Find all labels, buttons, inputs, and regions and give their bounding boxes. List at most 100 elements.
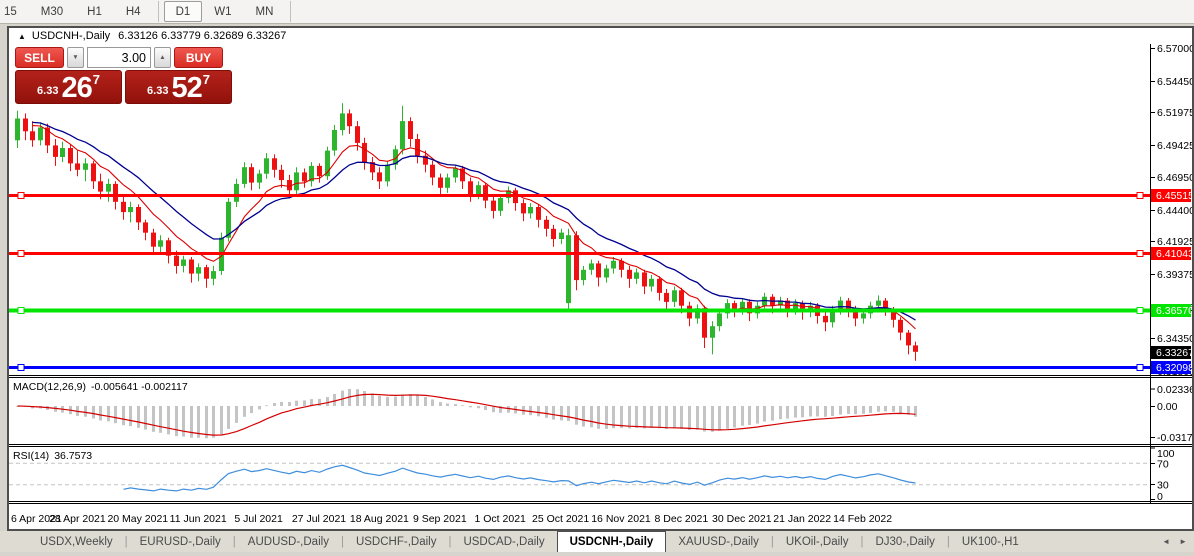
toolbar-separator <box>290 1 292 22</box>
svg-text:21 Jan 2022: 21 Jan 2022 <box>773 513 831 525</box>
sell-price-prefix: 6.33 <box>37 85 59 97</box>
macd-name: MACD(12,26,9) <box>13 381 86 393</box>
chart-ohlc-values: 6.33126 6.33779 6.32689 6.33267 <box>118 30 287 42</box>
tab-eurusd-daily[interactable]: EURUSD-,Daily <box>128 531 233 552</box>
macd-values: -0.005641 -0.002117 <box>90 381 188 393</box>
price-badge-6.41043: 6.41043 <box>1151 247 1192 260</box>
svg-text:30: 30 <box>1157 480 1169 492</box>
tab-dj30-daily[interactable]: DJ30-,Daily <box>863 531 946 552</box>
price-chart-svg[interactable]: 6.57000 6.54450 6.51975 6.49425 6.46950 6.444… <box>9 44 1192 529</box>
volume-decrease-button[interactable]: ▼ <box>67 47 84 68</box>
svg-text:5 Jul 2021: 5 Jul 2021 <box>234 513 283 525</box>
buy-price-box[interactable]: 6.33 52 7 <box>125 70 232 104</box>
tab-usdx-weekly[interactable]: USDX,Weekly <box>28 531 125 552</box>
candles-layer <box>15 103 918 361</box>
svg-text:0.00: 0.00 <box>1157 401 1178 413</box>
tab-xauusd-daily[interactable]: XAUUSD-,Daily <box>666 531 771 552</box>
svg-text:6.39375: 6.39375 <box>1157 269 1192 281</box>
buy-price-prefix: 6.33 <box>147 85 169 97</box>
svg-text:28 Apr 2021: 28 Apr 2021 <box>49 513 106 525</box>
ma-fast-line <box>32 125 916 330</box>
svg-text:8 Dec 2021: 8 Dec 2021 <box>655 513 709 525</box>
svg-text:6.41043: 6.41043 <box>1156 248 1192 260</box>
svg-text:20 May 2021: 20 May 2021 <box>107 513 168 525</box>
collapse-triangle-icon[interactable]: ▲ <box>18 32 26 41</box>
tab-audusd-daily[interactable]: AUDUSD-,Daily <box>236 531 341 552</box>
svg-text:-0.031744: -0.031744 <box>1157 432 1192 444</box>
timeframe-toolbar: 15 M30 H1 H4 D1 W1 MN <box>0 0 1194 24</box>
svg-text:6.57000: 6.57000 <box>1157 44 1192 55</box>
tab-usdcad-daily[interactable]: USDCAD-,Daily <box>451 531 556 552</box>
ma-slow-line <box>32 121 916 321</box>
tab-scroll-left-icon[interactable]: ◄ <box>1162 537 1170 546</box>
one-click-trade-panel: SELL ▼ ▲ BUY 6.33 26 7 6.33 52 7 <box>15 47 239 104</box>
rsi-value: 36.7573 <box>54 450 93 462</box>
svg-text:16 Nov 2021: 16 Nov 2021 <box>591 513 651 525</box>
buy-button[interactable]: BUY <box>174 47 223 68</box>
price-badge-6.33267: 6.33267 <box>1151 346 1192 359</box>
timeframe-button-h4[interactable]: H4 <box>114 1 153 22</box>
svg-text:6.51975: 6.51975 <box>1157 107 1192 119</box>
rsi-indicator-label: RSI(14) 36.7573 <box>13 450 92 462</box>
buy-price-main: 52 <box>171 72 202 104</box>
svg-text:6.54450: 6.54450 <box>1157 76 1192 88</box>
buy-price-pip: 7 <box>202 72 210 87</box>
hline-6.41043[interactable] <box>9 250 1150 257</box>
sell-price-pip: 7 <box>92 72 100 87</box>
svg-text:70: 70 <box>1157 459 1169 471</box>
svg-text:25 Oct 2021: 25 Oct 2021 <box>532 513 589 525</box>
macd-indicator-label: MACD(12,26,9) -0.005641 -0.002117 <box>13 381 188 393</box>
macd-indicator <box>16 389 917 439</box>
price-badge-6.45515: 6.45515 <box>1151 189 1192 202</box>
chart-tabs-bar: ◄ ► USDX,Weekly | EURUSD-,Daily | AUDUSD-,Da… <box>0 531 1194 552</box>
sell-price-main: 26 <box>61 72 92 104</box>
svg-text:6.46950: 6.46950 <box>1157 172 1192 184</box>
timeframe-button-15[interactable]: 15 <box>0 1 29 22</box>
chart-body[interactable]: 6.57000 6.54450 6.51975 6.49425 6.46950 6.444… <box>9 44 1192 529</box>
tab-usdchf-daily[interactable]: USDCHF-,Daily <box>344 531 449 552</box>
svg-text:6.49425: 6.49425 <box>1157 140 1192 152</box>
svg-text:18 Aug 2021: 18 Aug 2021 <box>350 513 409 525</box>
hline-6.45515[interactable] <box>9 192 1150 199</box>
svg-text:9 Sep 2021: 9 Sep 2021 <box>413 513 467 525</box>
hline-6.36570[interactable] <box>9 307 1150 314</box>
timeframe-button-mn[interactable]: MN <box>244 1 286 22</box>
svg-text:6.34350: 6.34350 <box>1157 333 1192 345</box>
svg-text:0.023365: 0.023365 <box>1157 384 1192 396</box>
tab-scroll-right-icon[interactable]: ► <box>1179 537 1187 546</box>
svg-text:30 Dec 2021: 30 Dec 2021 <box>712 513 772 525</box>
rsi-name: RSI(14) <box>13 450 50 462</box>
svg-text:6.36570: 6.36570 <box>1156 305 1192 317</box>
svg-text:6.41925: 6.41925 <box>1157 236 1192 248</box>
sell-price-box[interactable]: 6.33 26 7 <box>15 70 122 104</box>
svg-text:1 Oct 2021: 1 Oct 2021 <box>475 513 527 525</box>
date-axis[interactable]: 6 Apr 202128 Apr 2021 20 May 2021 11 Jun 2… <box>11 513 892 525</box>
tab-scroll-arrows: ◄ ► <box>1162 531 1187 552</box>
svg-text:6.44400: 6.44400 <box>1157 205 1192 217</box>
timeframe-button-d1[interactable]: D1 <box>163 1 203 22</box>
svg-text:6.32098: 6.32098 <box>1156 362 1192 374</box>
chart-titlebar: ▲ USDCNH-,Daily 6.33126 6.33779 6.32689 … <box>9 28 1192 44</box>
price-badge-6.36570: 6.36570 <box>1151 304 1192 317</box>
price-axis[interactable]: 6.57000 6.54450 6.51975 6.49425 6.46950 6.444… <box>1151 44 1192 378</box>
svg-text:6.45515: 6.45515 <box>1156 190 1192 202</box>
sell-button[interactable]: SELL <box>15 47 64 68</box>
svg-text:14 Feb 2022: 14 Feb 2022 <box>833 513 892 525</box>
tab-usdcnh-daily[interactable]: USDCNH-,Daily <box>556 531 667 552</box>
tab-uk100-h1[interactable]: UK100-,H1 <box>950 531 1031 552</box>
chart-window: ▲ USDCNH-,Daily 6.33126 6.33779 6.32689 … <box>7 26 1194 531</box>
svg-text:27 Jul 2021: 27 Jul 2021 <box>292 513 346 525</box>
svg-text:11 Jun 2021: 11 Jun 2021 <box>170 513 227 525</box>
volume-input[interactable] <box>87 47 151 68</box>
hline-6.32098[interactable] <box>9 364 1150 371</box>
trading-terminal: 15 M30 H1 H4 D1 W1 MN ▲ USDCNH-,Daily 6.33126 … <box>0 0 1194 556</box>
volume-increase-button[interactable]: ▲ <box>154 47 171 68</box>
tab-ukoil-daily[interactable]: UKOil-,Daily <box>774 531 861 552</box>
toolbar-separator <box>157 1 159 22</box>
rsi-line <box>123 464 916 492</box>
timeframe-button-m30[interactable]: M30 <box>29 1 75 22</box>
timeframe-button-w1[interactable]: W1 <box>202 1 243 22</box>
price-badge-6.32098: 6.32098 <box>1151 361 1192 374</box>
svg-text:6.33267: 6.33267 <box>1156 347 1192 359</box>
timeframe-button-h1[interactable]: H1 <box>75 1 114 22</box>
